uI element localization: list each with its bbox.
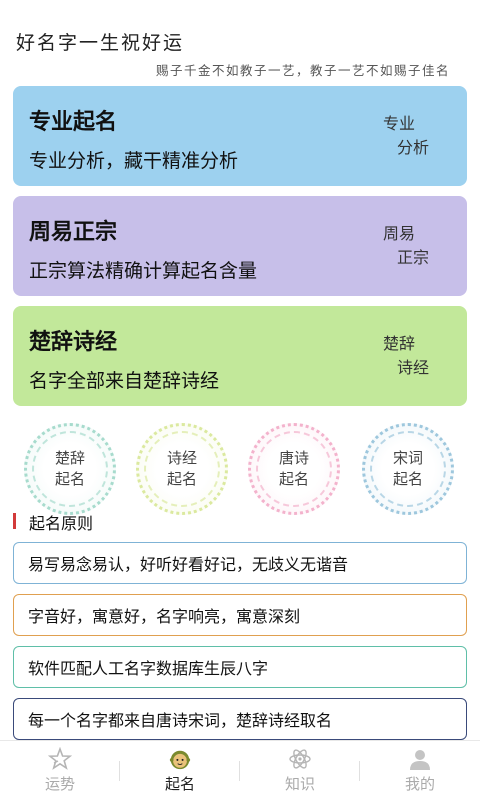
card-chuci-shijing[interactable]: 楚辞诗经 名字全部来自楚辞诗经 楚辞 诗经 (13, 306, 467, 406)
card-side-calligraphy: 专业 分析 (383, 114, 430, 157)
page-title: 好名字一生祝好运 (16, 32, 185, 54)
page-subtitle: 赐子千金不如教子一艺，教子一艺不如赐子佳名 (155, 63, 450, 78)
naming-source-buttons: 楚辞起名 诗经起名 唐诗起名 宋词起名 (0, 420, 480, 515)
card-description: 正宗算法精确计算起名含量 (29, 260, 258, 282)
rule-item: 易写易念易认，好听好看好记，无歧义无谐音 (13, 542, 467, 584)
atom-icon (288, 747, 312, 771)
card-zhouyi[interactable]: 周易正宗 正宗算法精确计算起名含量 周易 正宗 (13, 196, 467, 296)
star-icon (48, 747, 72, 771)
card-title: 楚辞诗经 (29, 330, 118, 355)
bottom-tab-bar: 运势 起名 知识 我的 (0, 740, 480, 800)
tab-knowledge[interactable]: 知识 (240, 741, 360, 800)
user-icon (408, 747, 432, 771)
songci-naming-button[interactable]: 宋词起名 (362, 423, 454, 515)
section-title: 起名原则 (29, 514, 94, 533)
card-side-calligraphy: 周易 正宗 (383, 224, 430, 267)
card-professional-naming[interactable]: 专业起名 专业分析，藏干精准分析 专业 分析 (13, 86, 467, 186)
section-accent-bar (13, 513, 16, 529)
tab-naming[interactable]: 起名 (120, 741, 240, 800)
rule-item: 字音好，寓意好，名字响亮，寓意深刻 (13, 594, 467, 636)
rule-item: 每一个名字都来自唐诗宋词，楚辞诗经取名 (13, 698, 467, 740)
card-title: 专业起名 (29, 110, 118, 135)
rule-item: 软件匹配人工名字数据库生辰八字 (13, 646, 467, 688)
card-description: 专业分析，藏干精准分析 (29, 150, 239, 172)
tab-mine[interactable]: 我的 (360, 741, 480, 800)
tab-fortune[interactable]: 运势 (0, 741, 120, 800)
header: 好名字一生祝好运 赐子千金不如教子一艺，教子一艺不如赐子佳名 (0, 0, 480, 82)
card-title: 周易正宗 (29, 220, 118, 245)
shijing-naming-button[interactable]: 诗经起名 (136, 423, 228, 515)
card-description: 名字全部来自楚辞诗经 (29, 370, 220, 392)
baby-face-icon (168, 747, 192, 771)
tangshi-naming-button[interactable]: 唐诗起名 (248, 423, 340, 515)
chuci-naming-button[interactable]: 楚辞起名 (24, 423, 116, 515)
card-side-calligraphy: 楚辞 诗经 (383, 334, 430, 377)
